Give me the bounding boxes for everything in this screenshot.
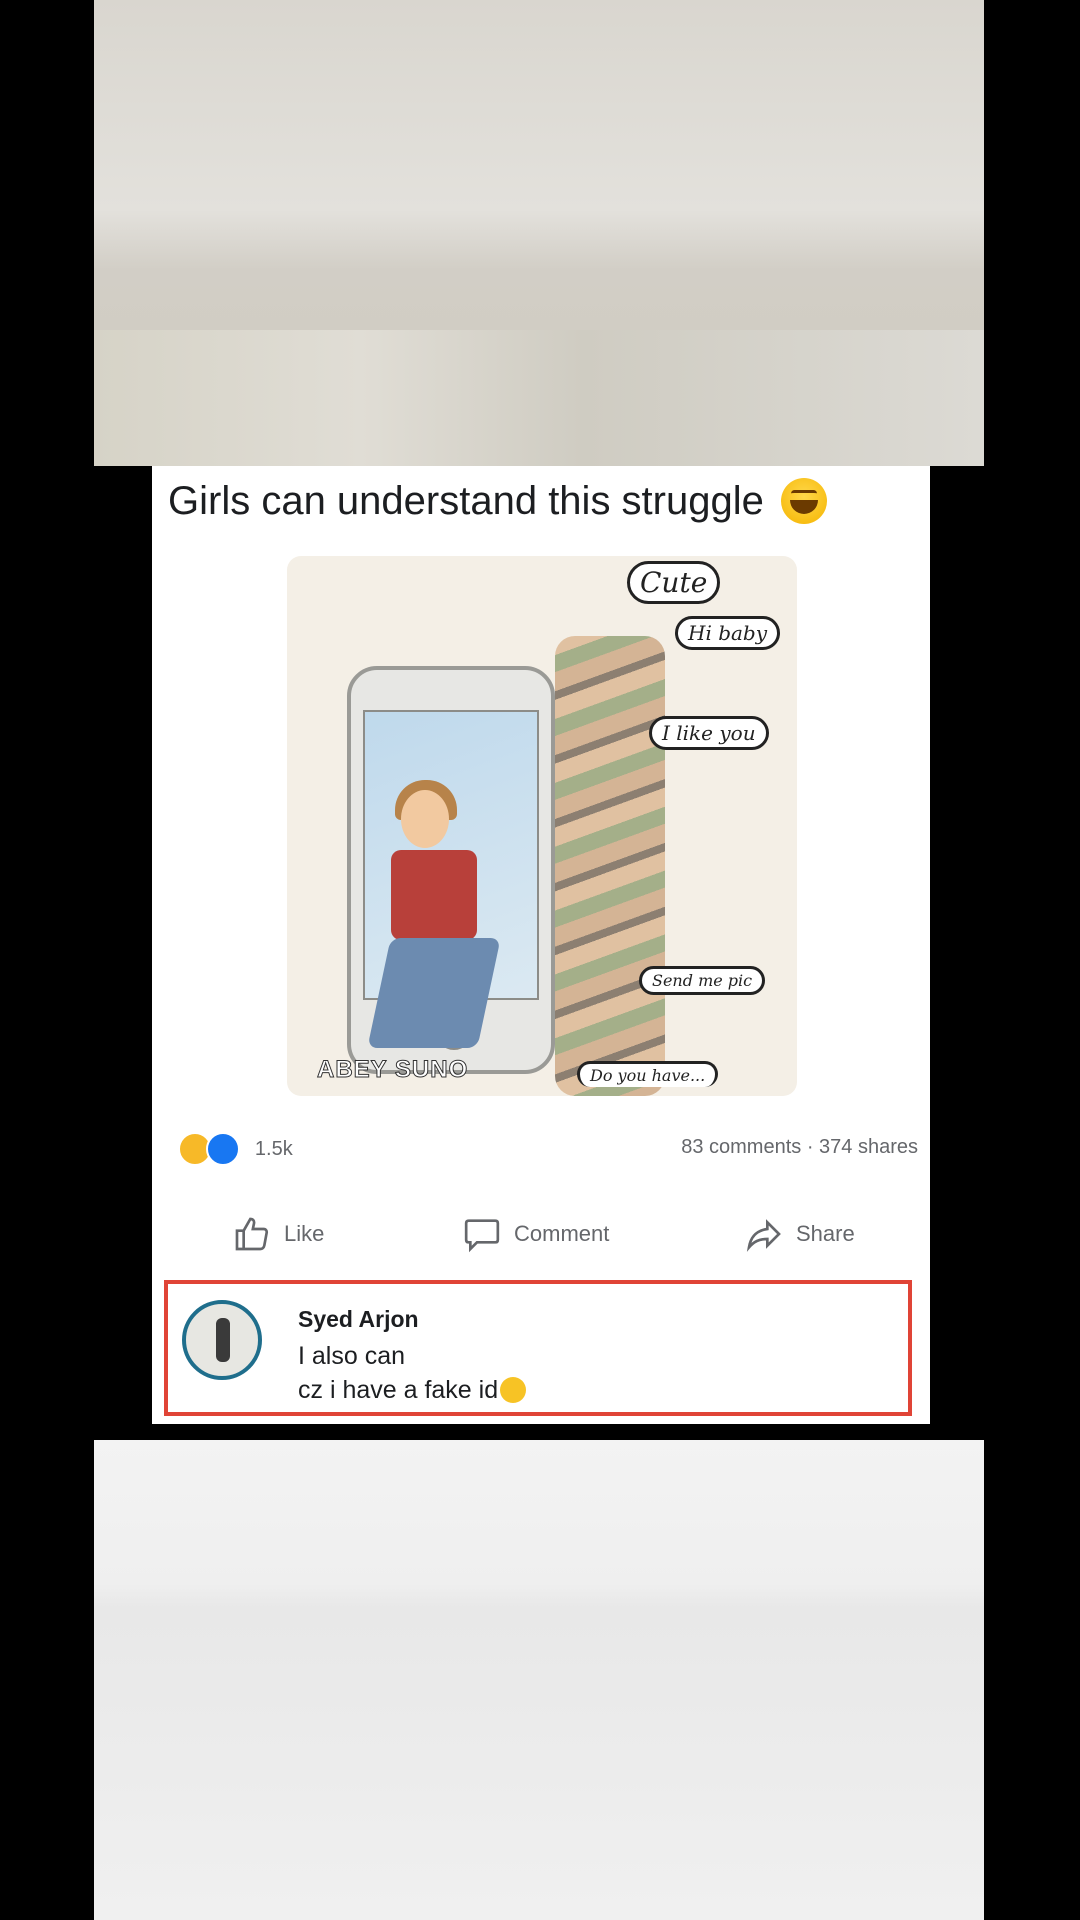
post-image[interactable]: Cute Hi baby I like you Send me pic Do y… (287, 556, 797, 1096)
love-reaction-icon (206, 1132, 241, 1166)
comment-author[interactable]: Syed Arjon (298, 1306, 419, 1333)
highlighted-comment: Syed Arjon I also can cz i have a fake i… (164, 1280, 912, 1416)
speech-bubble-icon (464, 1219, 500, 1253)
avatar[interactable] (182, 1300, 262, 1380)
comment-text-line2: cz i have a fake id (298, 1376, 527, 1405)
comment-button[interactable]: Comment (462, 1206, 609, 1262)
share-arrow-icon (746, 1219, 781, 1252)
girl-shirt (391, 850, 477, 940)
speech-bubble-do-you: Do you have... (577, 1061, 719, 1087)
thumbs-up-icon (235, 1217, 269, 1251)
reactions-summary[interactable]: 1.5k (178, 1132, 293, 1166)
blurred-background-bottom (94, 1440, 984, 1920)
phone-drawing (347, 666, 555, 1074)
image-watermark: ABEY SUNO (316, 1056, 469, 1084)
crowd-of-hands (555, 636, 665, 1096)
action-bar: Like Comment Share (152, 1206, 930, 1262)
girl-legs (367, 938, 501, 1048)
post-title-text: Girls can understand this struggle (168, 479, 764, 523)
smiling-emoji-icon (500, 1377, 527, 1403)
comment-text-line1: I also can (298, 1342, 406, 1370)
blurred-background-top (94, 0, 984, 466)
share-label: Share (796, 1221, 855, 1246)
speech-bubble-send-pic: Send me pic (639, 966, 766, 995)
post-card: Girls can understand this struggle Cute … (152, 466, 930, 1424)
speech-bubble-cute: Cute (627, 561, 721, 604)
speech-bubble-hi-baby: Hi baby (675, 616, 781, 650)
post-title: Girls can understand this struggle (168, 478, 928, 524)
comment-label: Comment (514, 1221, 610, 1246)
comments-shares-count[interactable]: 83 comments · 374 shares (681, 1136, 918, 1159)
girl-head (401, 790, 449, 848)
post-stats: 1.5k 83 comments · 374 shares (178, 1130, 918, 1166)
like-button[interactable]: Like (232, 1206, 324, 1262)
reaction-count: 1.5k (254, 1137, 293, 1160)
like-label: Like (284, 1221, 325, 1246)
speech-bubble-like-you: I like you (649, 716, 769, 750)
laughing-emoji-icon (780, 478, 827, 524)
comment-text-line2-text: cz i have a fake id (298, 1376, 499, 1404)
share-button[interactable]: Share (744, 1206, 855, 1262)
